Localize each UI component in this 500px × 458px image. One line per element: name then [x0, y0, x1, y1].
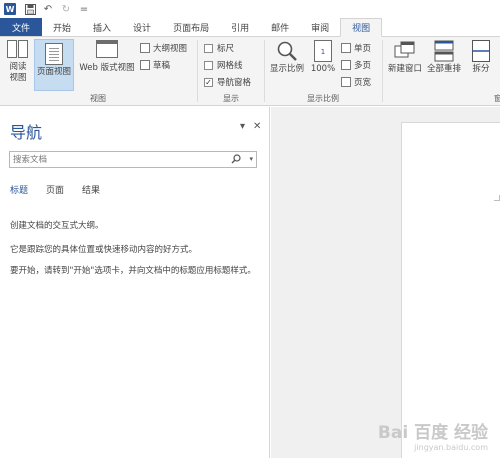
gridlines-label: 网格线 [217, 61, 243, 71]
zoom-button[interactable]: 显示比例 [267, 40, 307, 75]
watermark: Bai 百度 经验 jingyan.baidu.com [378, 418, 488, 452]
web-layout-icon [96, 40, 118, 58]
arrange-all-icon [434, 40, 454, 62]
multiple-pages-icon [341, 60, 351, 70]
page-width-icon [341, 77, 351, 87]
read-mode-button[interactable]: 阅读 视图 [4, 40, 32, 84]
title-bar: W ↶ ↻ = [0, 0, 500, 18]
gridlines-checkbox[interactable]: 网格线 [204, 59, 243, 71]
nav-pane-label: 导航窗格 [217, 78, 252, 88]
svg-text:1: 1 [321, 48, 325, 56]
split-button[interactable]: 拆分 [467, 40, 495, 75]
draft-button[interactable]: 草稿 [140, 59, 170, 71]
nav-tab-pages[interactable]: 页面 [46, 183, 64, 198]
one-page-icon [341, 43, 351, 53]
arrange-all-button[interactable]: 全部重排 [425, 40, 463, 75]
one-page-label: 单页 [354, 44, 372, 54]
document-area[interactable] [271, 107, 500, 458]
outline-label: 大纲视图 [153, 44, 188, 54]
nav-search-input[interactable] [10, 152, 210, 167]
ribbon-tabs: 文件 开始 插入 设计 页面布局 引用 邮件 审阅 视图 [0, 18, 500, 37]
new-window-label: 新建窗口 [387, 64, 422, 74]
tab-mailings[interactable]: 邮件 [260, 18, 300, 36]
zoom-100-label: 100% [310, 64, 336, 74]
nav-tab-results[interactable]: 结果 [82, 183, 100, 198]
page-width-label: 页宽 [354, 78, 372, 88]
tab-home[interactable]: 开始 [42, 18, 82, 36]
search-icon[interactable] [231, 154, 241, 164]
print-layout-button[interactable]: 页面视图 [34, 39, 74, 91]
zoom-group-label: 显示比例 [307, 94, 339, 103]
nav-hint-line-1: 创建文档的交互式大纲。 [10, 221, 104, 231]
read-mode-label: 阅读 视图 [9, 62, 27, 83]
word-app-icon[interactable]: W [4, 3, 16, 15]
print-layout-icon [45, 43, 63, 65]
nav-tabs: 标题 页面 结果 [10, 183, 118, 198]
save-icon[interactable] [22, 2, 38, 16]
zoom-label: 显示比例 [269, 64, 304, 74]
outline-button[interactable]: 大纲视图 [140, 42, 187, 54]
nav-pane-checkbox-box[interactable]: ✓ [204, 77, 213, 87]
tab-page-layout[interactable]: 页面布局 [162, 18, 220, 36]
nav-pane-close-icon[interactable]: ✕ [253, 121, 261, 132]
ruler-checkbox-box[interactable] [204, 43, 213, 53]
gridlines-checkbox-box[interactable] [204, 60, 213, 70]
nav-search-box[interactable]: ▾ [9, 151, 257, 168]
split-label: 拆分 [472, 64, 490, 74]
nav-pane-checkbox[interactable]: ✓ 导航窗格 [204, 76, 251, 88]
text-boundary-mark [494, 195, 500, 201]
show-group-label: 显示 [223, 94, 239, 103]
show-group: 标尺 网格线 ✓ 导航窗格 显示 [198, 37, 264, 106]
arrange-all-label: 全部重排 [426, 64, 461, 74]
zoom-group: 显示比例 1 100% 单页 多页 页宽 显示比例 [265, 37, 381, 106]
nav-pane-title: 导航 [10, 123, 43, 142]
split-icon [472, 40, 490, 62]
undo-icon[interactable]: ↶ [40, 2, 56, 16]
nav-hint-line-2: 它是跟踪您的具体位置或快速移动内容的好方式。 [10, 245, 198, 255]
tab-file[interactable]: 文件 [0, 18, 43, 36]
watermark-url: jingyan.baidu.com [414, 443, 488, 452]
customize-qat-icon[interactable]: = [76, 2, 92, 16]
tab-review[interactable]: 审阅 [300, 18, 340, 36]
tab-view[interactable]: 视图 [340, 18, 383, 37]
zoom-100-icon: 1 [314, 40, 332, 62]
new-window-icon [394, 41, 415, 58]
read-mode-icon [7, 40, 29, 60]
draft-icon [140, 60, 150, 70]
tab-insert[interactable]: 插入 [82, 18, 122, 36]
zoom-100-button[interactable]: 1 100% [309, 40, 337, 75]
web-layout-label: Web 版式视图 [79, 63, 135, 73]
tab-design[interactable]: 设计 [122, 18, 162, 36]
redo-icon[interactable]: ↻ [58, 2, 74, 16]
nav-hint-line-3: 要开始，请转到"开始"选项卡，并向文档中的标题应用标题样式。 [10, 266, 256, 276]
views-group-label: 视图 [90, 94, 106, 103]
page-width-button[interactable]: 页宽 [341, 76, 371, 88]
search-dropdown-icon[interactable]: ▾ [249, 155, 253, 163]
outline-icon [140, 43, 150, 53]
one-page-button[interactable]: 单页 [341, 42, 371, 54]
watermark-logo: Bai 百度 经验 [377, 423, 488, 443]
navigation-pane: 导航 ▾ ✕ ▾ 标题 页面 结果 创建文档的交互式大纲。 它是跟踪您的具体位置… [0, 107, 270, 458]
new-window-button[interactable]: 新建窗口 [386, 40, 424, 75]
web-layout-button[interactable]: Web 版式视图 [76, 40, 138, 74]
ruler-label: 标尺 [217, 44, 235, 54]
views-group: 阅读 视图 页面视图 Web 版式视图 大纲视图 草稿 视图 [0, 37, 196, 106]
multiple-pages-button[interactable]: 多页 [341, 59, 371, 71]
tab-references[interactable]: 引用 [220, 18, 260, 36]
nav-pane-options-icon[interactable]: ▾ [240, 121, 245, 132]
window-group-label: 窗 [494, 94, 500, 103]
draft-label: 草稿 [153, 61, 171, 71]
document-page[interactable] [401, 122, 500, 458]
magnifier-icon [277, 41, 297, 61]
window-group: 新建窗口 全部重排 拆分 窗 [383, 37, 500, 106]
print-layout-label: 页面视图 [36, 67, 71, 77]
nav-tab-headings[interactable]: 标题 [10, 183, 28, 198]
multiple-pages-label: 多页 [354, 61, 372, 71]
ribbon: 阅读 视图 页面视图 Web 版式视图 大纲视图 草稿 视图 标尺 网格线 ✓ … [0, 37, 500, 106]
ruler-checkbox[interactable]: 标尺 [204, 42, 234, 54]
